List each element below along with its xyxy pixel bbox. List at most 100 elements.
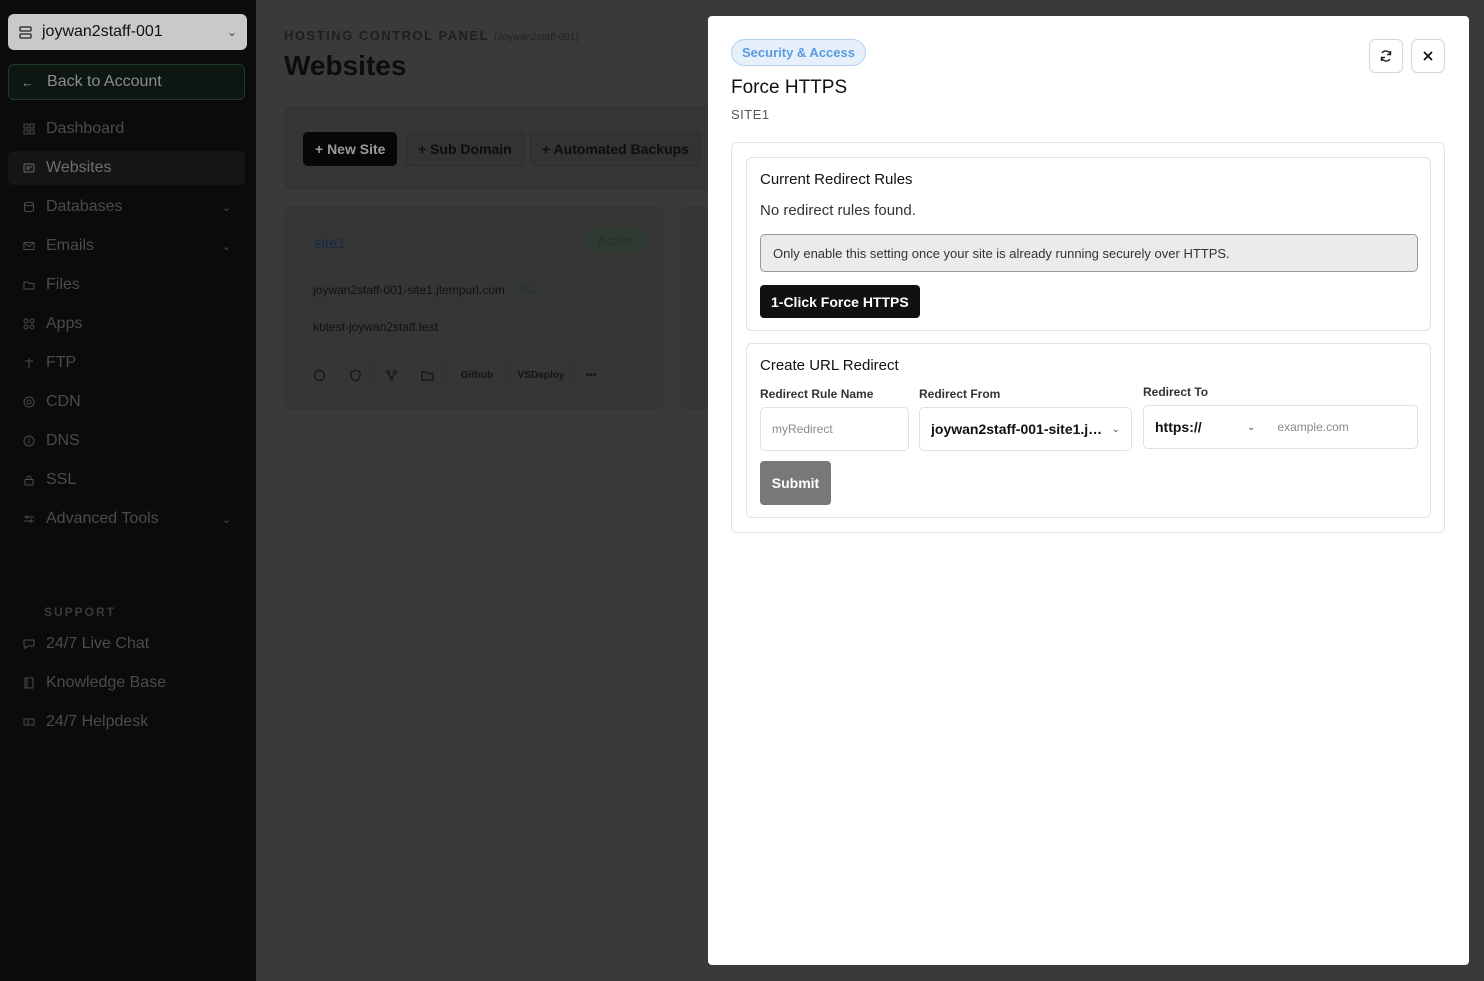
sidebar-item-label: 24/7 Helpdesk <box>46 713 149 730</box>
protocol-select[interactable]: https:// <box>1155 419 1241 435</box>
rule-name-input[interactable]: myRedirect <box>760 407 909 451</box>
modal-title: Force HTTPS <box>731 77 848 98</box>
sidebar-item-helpdesk[interactable]: 24/7 Helpdesk <box>8 705 245 739</box>
create-redirect-heading: Create URL Redirect <box>760 357 899 374</box>
sidebar-item-advanced-tools[interactable]: Advanced Tools ⌄ <box>8 502 245 536</box>
github-button[interactable]: Github <box>447 359 507 391</box>
chevron-down-icon: ⌄ <box>221 513 231 526</box>
category-badge: Security & Access <box>731 39 866 66</box>
create-url-redirect-panel: Create URL Redirect Redirect Rule Name m… <box>746 343 1431 518</box>
sub-domain-button[interactable]: + Sub Domain <box>406 132 524 166</box>
server-icon <box>18 25 32 39</box>
ssl-badge: SSL <box>512 283 542 297</box>
sidebar-item-knowledge-base[interactable]: Knowledge Base <box>8 666 245 700</box>
redirect-from-value: joywan2staff-001-site1.jtempurl.com <box>931 421 1106 437</box>
rule-name-label: Redirect Rule Name <box>760 387 874 401</box>
chat-icon <box>22 637 36 651</box>
sidebar-item-cdn[interactable]: CDN <box>8 385 245 419</box>
submit-button[interactable]: Submit <box>760 461 831 505</box>
https-notice: Only enable this setting once your site … <box>760 234 1418 272</box>
sidebar-item-label: Files <box>46 276 80 293</box>
ticket-icon <box>22 715 36 729</box>
sidebar-item-label: SSL <box>46 471 77 488</box>
lock-icon <box>22 473 36 487</box>
git-branch-action-button[interactable] <box>375 359 407 391</box>
sidebar-item-ftp[interactable]: FTP <box>8 346 245 380</box>
chevron-down-icon: ⌄ <box>1247 421 1256 433</box>
database-icon <box>22 200 36 214</box>
domain-chip[interactable]: joywan2staff-001-site1.jtempurl.com SSL <box>303 277 552 303</box>
mail-icon <box>22 239 36 253</box>
git-branch-icon <box>385 369 397 381</box>
sidebar-item-websites[interactable]: Websites <box>8 151 245 185</box>
refresh-button[interactable] <box>1369 39 1403 73</box>
close-button[interactable] <box>1411 39 1445 73</box>
more-options-button[interactable]: ••• <box>575 359 607 391</box>
back-to-account-label: Back to Account <box>47 73 162 90</box>
folder-icon <box>420 370 434 381</box>
vsdeploy-button[interactable]: VSDeploy <box>511 359 571 391</box>
shield-icon <box>349 368 361 382</box>
rule-name-placeholder: myRedirect <box>772 422 833 436</box>
site-card: site1 Active joywan2staff-001-site1.jtem… <box>284 206 664 410</box>
dns-icon <box>22 434 36 448</box>
no-rules-text: No redirect rules found. <box>760 202 916 219</box>
site-name-link[interactable]: site1 <box>303 227 357 259</box>
sidebar-item-files[interactable]: Files <box>8 268 245 302</box>
sidebar-item-label: 24/7 Live Chat <box>46 635 150 652</box>
redirect-to-input[interactable]: example.com <box>1277 420 1348 434</box>
page-title: Websites <box>284 50 407 81</box>
sidebar-item-label: Websites <box>46 159 112 176</box>
sidebar-item-ssl[interactable]: SSL <box>8 463 245 497</box>
refresh-icon <box>1380 50 1392 62</box>
folder-action-button[interactable] <box>411 359 443 391</box>
back-to-account-button[interactable]: ← Back to Account <box>8 64 245 100</box>
shield-action-button[interactable] <box>339 359 371 391</box>
book-icon <box>22 676 36 690</box>
globe-icon <box>313 369 325 381</box>
current-redirect-rules-panel: Current Redirect Rules No redirect rules… <box>746 157 1431 331</box>
kicker-account: (Joywan2staff-001) <box>493 32 579 43</box>
domain-chip[interactable]: kbtest-joywan2staff.test <box>303 314 449 340</box>
sidebar: joywan2staff-001 ⌄ ← Back to Account Das… <box>0 0 256 981</box>
sidebar-item-label: Advanced Tools <box>46 510 159 527</box>
grid-icon <box>22 122 36 136</box>
force-https-modal: Security & Access Force HTTPS SITE1 Curr… <box>708 16 1469 965</box>
arrow-left-icon: ← <box>21 74 34 90</box>
status-badge: Active <box>585 227 645 253</box>
apps-icon <box>22 317 36 331</box>
sidebar-item-label: Knowledge Base <box>46 674 167 691</box>
chevron-down-icon: ⌄ <box>226 25 237 39</box>
sidebar-item-label: Dashboard <box>46 120 125 137</box>
redirect-from-label: Redirect From <box>919 387 1001 401</box>
chevron-down-icon: ⌄ <box>221 240 231 253</box>
redirect-to-label: Redirect To <box>1143 385 1209 399</box>
domain-text: joywan2staff-001-site1.jtempurl.com <box>313 283 505 297</box>
page-kicker: HOSTING CONTROL PANEL (Joywan2staff-001) <box>284 28 579 43</box>
sidebar-item-emails[interactable]: Emails ⌄ <box>8 229 245 263</box>
globe-action-button[interactable] <box>303 359 335 391</box>
new-site-button[interactable]: + New Site <box>303 132 398 166</box>
folder-icon <box>22 278 36 292</box>
sidebar-item-databases[interactable]: Databases ⌄ <box>8 190 245 224</box>
kicker-text: HOSTING CONTROL PANEL <box>284 28 489 43</box>
modal-subtitle: SITE1 <box>731 107 770 122</box>
ftp-icon <box>22 356 36 370</box>
sidebar-item-dashboard[interactable]: Dashboard <box>8 112 245 146</box>
sidebar-item-label: CDN <box>46 393 81 410</box>
sidebar-item-label: FTP <box>46 354 77 371</box>
sidebar-item-label: DNS <box>46 432 80 449</box>
automated-backups-button[interactable]: + Automated Backups <box>530 132 701 166</box>
force-https-button[interactable]: 1-Click Force HTTPS <box>760 285 920 318</box>
redirect-to-group: https:// ⌄ example.com <box>1143 405 1418 449</box>
sidebar-item-live-chat[interactable]: 24/7 Live Chat <box>8 627 245 661</box>
account-name: joywan2staff-001 <box>42 23 163 40</box>
modal-body: Current Redirect Rules No redirect rules… <box>731 142 1445 533</box>
sidebar-item-apps[interactable]: Apps <box>8 307 245 341</box>
account-switcher[interactable]: joywan2staff-001 ⌄ <box>8 14 247 50</box>
websites-toolbar: + New Site + Sub Domain + Automated Back… <box>284 106 744 190</box>
domain-text: kbtest-joywan2staff.test <box>313 320 439 334</box>
sidebar-item-dns[interactable]: DNS <box>8 424 245 458</box>
redirect-from-select[interactable]: joywan2staff-001-site1.jtempurl.com ⌄ <box>919 407 1132 451</box>
chevron-down-icon: ⌄ <box>221 201 231 214</box>
